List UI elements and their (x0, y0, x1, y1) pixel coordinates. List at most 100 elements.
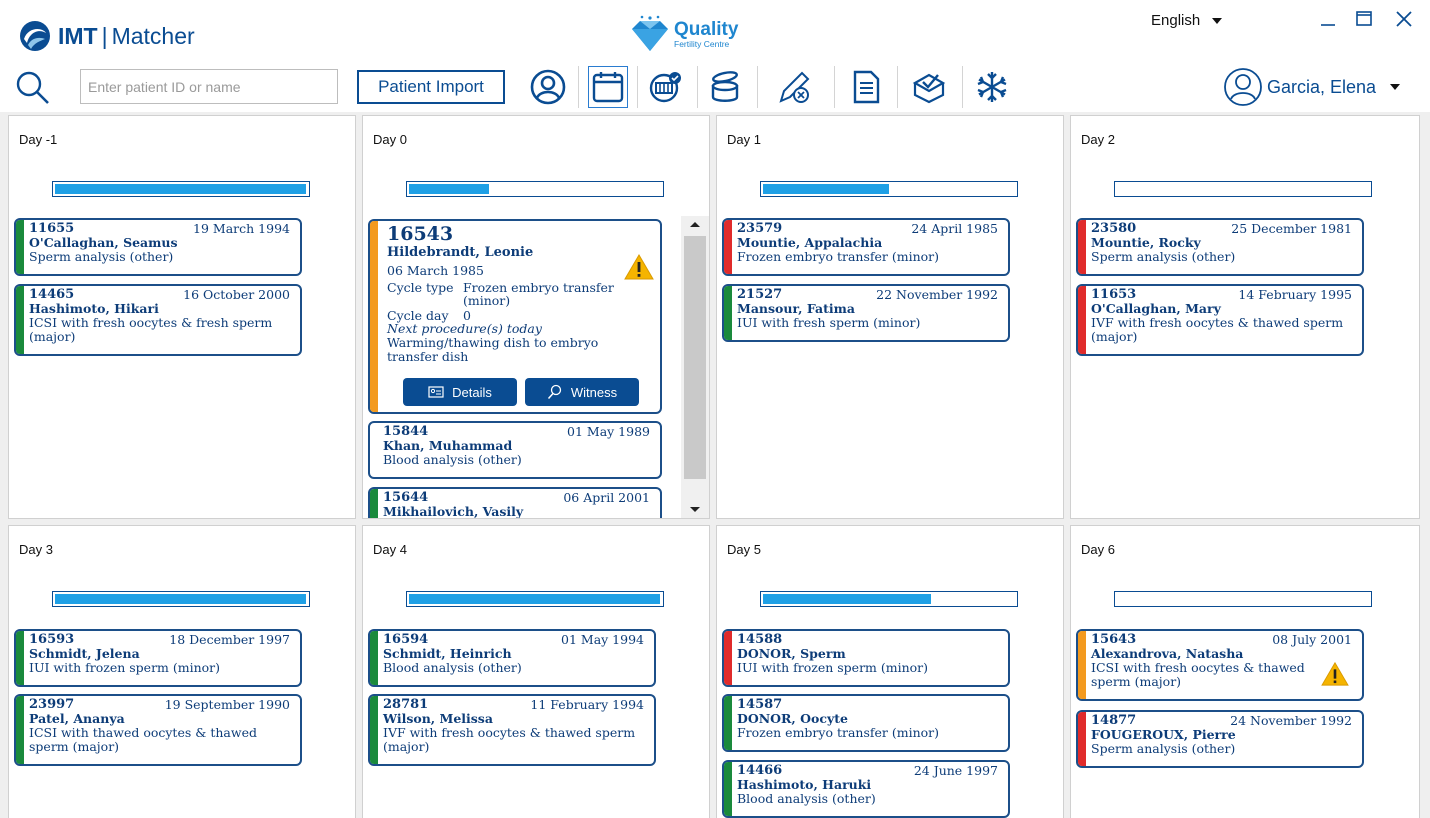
patient-card[interactable]: 14877 24 November 1992 FOUGEROUX, Pierre… (1076, 710, 1364, 768)
toolbar-divider (834, 66, 835, 108)
patient-card[interactable]: 23997 19 September 1990 Patel, Ananya IC… (14, 694, 302, 766)
patient-procedure: IUI with frozen sperm (minor) (737, 660, 929, 675)
status-bar (370, 696, 378, 764)
patient-name: Khan, Muhammad (383, 438, 513, 453)
user-menu[interactable]: Garcia, Elena (1223, 66, 1401, 108)
dish-stack-icon (711, 71, 739, 102)
diamond-icon (632, 15, 668, 51)
patient-card[interactable]: 14587 DONOR, Oocyte Frozen embryo transf… (722, 694, 1010, 752)
pen-cancel-icon (779, 71, 810, 103)
status-bar (724, 631, 732, 685)
patient-card[interactable]: 28781 11 February 1994 Wilson, Melissa I… (368, 694, 656, 766)
patient-card-expanded[interactable]: 16543 Hildebrandt, Leonie 06 March 1985 … (368, 219, 662, 414)
day-panel-3: Day 3 16593 18 December 1997 Schmidt, Je… (8, 525, 356, 818)
patient-dob: 01 May 1994 (561, 632, 644, 647)
cycle-type-label: Cycle type (387, 280, 454, 295)
patient-card[interactable]: 16593 18 December 1997 Schmidt, Jelena I… (14, 629, 302, 687)
incubator-tool[interactable] (646, 66, 686, 108)
verify-tool[interactable] (909, 66, 949, 108)
next-procedure-label: Next procedure(s) today (387, 321, 542, 336)
patient-name: Patel, Ananya (29, 711, 125, 726)
discard-tool[interactable] (774, 66, 814, 108)
day-progress (406, 591, 664, 607)
language-selector[interactable]: English (1151, 12, 1223, 29)
day-title: Day 2 (1081, 132, 1115, 147)
cryo-tool[interactable] (972, 66, 1012, 108)
patient-procedure-cont: (major) (29, 329, 76, 344)
day-panel-5: Day 5 14588 DONOR, Sperm IUI with frozen… (716, 525, 1064, 818)
patient-card[interactable]: 15643 08 July 2001 Alexandrova, Natasha … (1076, 629, 1364, 701)
status-bar (16, 696, 24, 764)
report-tool[interactable] (846, 66, 886, 108)
status-bar (1078, 286, 1086, 354)
status-bar (724, 696, 732, 750)
toolbar-divider (962, 66, 963, 108)
toolbar-divider (757, 66, 758, 108)
patient-name: Hildebrandt, Leonie (387, 245, 534, 260)
patient-name: Mikhailovich, Vasily (383, 504, 524, 519)
id-card-icon (428, 386, 444, 398)
witness-button[interactable]: Witness (525, 378, 639, 406)
dish-stack-tool[interactable] (706, 66, 746, 108)
day-panel-6: Day 6 15643 08 July 2001 Alexandrova, Na… (1070, 525, 1420, 818)
patient-procedure: Blood analysis (other) (383, 660, 522, 675)
day-progress (406, 181, 664, 197)
patient-card[interactable]: 23579 24 April 1985 Mountie, Appalachia … (722, 218, 1010, 276)
patient-name: Schmidt, Jelena (29, 646, 140, 661)
cycle-type-row: Cycle type Frozen embryo transfer (minor… (387, 281, 652, 307)
search-input[interactable] (80, 69, 338, 104)
patient-procedure-cont: (major) (383, 739, 430, 754)
patient-card[interactable]: 14466 24 June 1997 Hashimoto, Haruki Blo… (722, 760, 1010, 818)
patient-card[interactable]: 21527 22 November 1992 Mansour, Fatima I… (722, 284, 1010, 342)
patient-procedure: ICSI with fresh oocytes & thawed (1091, 660, 1305, 675)
patient-tool[interactable] (528, 66, 568, 108)
brand-product: Matcher (111, 22, 195, 49)
minimize-icon[interactable] (1317, 8, 1339, 30)
patient-procedure-cont: sperm (major) (1091, 674, 1182, 689)
toolbar-divider (897, 66, 898, 108)
cycle-type-value-cont: (minor) (463, 293, 511, 308)
patient-card[interactable]: 23580 25 December 1981 Mountie, Rocky Sp… (1076, 218, 1364, 276)
patient-procedure: Frozen embryo transfer (minor) (737, 249, 940, 264)
brand-logo: IMT | Matcher (18, 16, 195, 56)
clinic-logo: Quality Fertility Centre (628, 14, 738, 54)
patient-card[interactable]: 15844 01 May 1989 Khan, Muhammad Blood a… (368, 421, 662, 479)
scroll-down-icon[interactable] (690, 507, 700, 512)
patient-card[interactable]: 16594 01 May 1994 Schmidt, Heinrich Bloo… (368, 629, 656, 687)
scroll-thumb[interactable] (684, 236, 706, 479)
maximize-icon[interactable] (1353, 8, 1375, 30)
patient-procedure: Frozen embryo transfer (minor) (737, 725, 940, 740)
patient-name: Hashimoto, Hikari (29, 301, 159, 316)
patient-card[interactable]: 11653 14 February 1995 O'Callaghan, Mary… (1076, 284, 1364, 356)
close-icon[interactable] (1393, 8, 1415, 30)
patient-dob: 06 March 1985 (387, 263, 484, 278)
scroll-up-icon[interactable] (690, 222, 700, 227)
card-list-scrollbar[interactable] (681, 216, 709, 518)
patient-dob: 18 December 1997 (169, 632, 290, 647)
patient-card[interactable]: 14588 DONOR, Sperm IUI with frozen sperm… (722, 629, 1010, 687)
patient-dob: 25 December 1981 (1231, 221, 1352, 236)
day-panel-2: Day 2 23580 25 December 1981 Mountie, Ro… (1070, 115, 1420, 519)
status-bar (370, 489, 378, 518)
patient-card[interactable]: 11655 19 March 1994 O'Callaghan, Seamus … (14, 218, 302, 276)
progress-fill (409, 594, 660, 604)
status-bar (16, 220, 24, 274)
details-button[interactable]: Details (403, 378, 517, 406)
patient-dob: 14 February 1995 (1238, 287, 1352, 302)
patient-card[interactable]: 14465 16 October 2000 Hashimoto, Hikari … (14, 284, 302, 356)
patient-procedure: IVF with fresh oocytes & thawed sperm (383, 725, 636, 740)
patient-dob: 24 June 1997 (913, 763, 998, 778)
day-panel-1: Day 1 23579 24 April 1985 Mountie, Appal… (716, 115, 1064, 519)
user-avatar-icon (1224, 68, 1262, 106)
patient-card[interactable]: 15644 06 April 2001 Mikhailovich, Vasily (368, 487, 662, 519)
calendar-tool[interactable] (588, 66, 628, 108)
patient-name: Schmidt, Heinrich (383, 646, 512, 661)
brand-separator: | (101, 22, 108, 49)
status-bar (724, 286, 732, 340)
clinic-name: Quality (674, 18, 739, 40)
day-title: Day 4 (373, 542, 407, 557)
day-grid: Day -1 11655 19 March 1994 O'Callaghan, … (0, 112, 1430, 818)
search-icon[interactable] (14, 69, 52, 107)
day-progress (52, 181, 310, 197)
patient-import-button[interactable]: Patient Import (357, 70, 505, 104)
